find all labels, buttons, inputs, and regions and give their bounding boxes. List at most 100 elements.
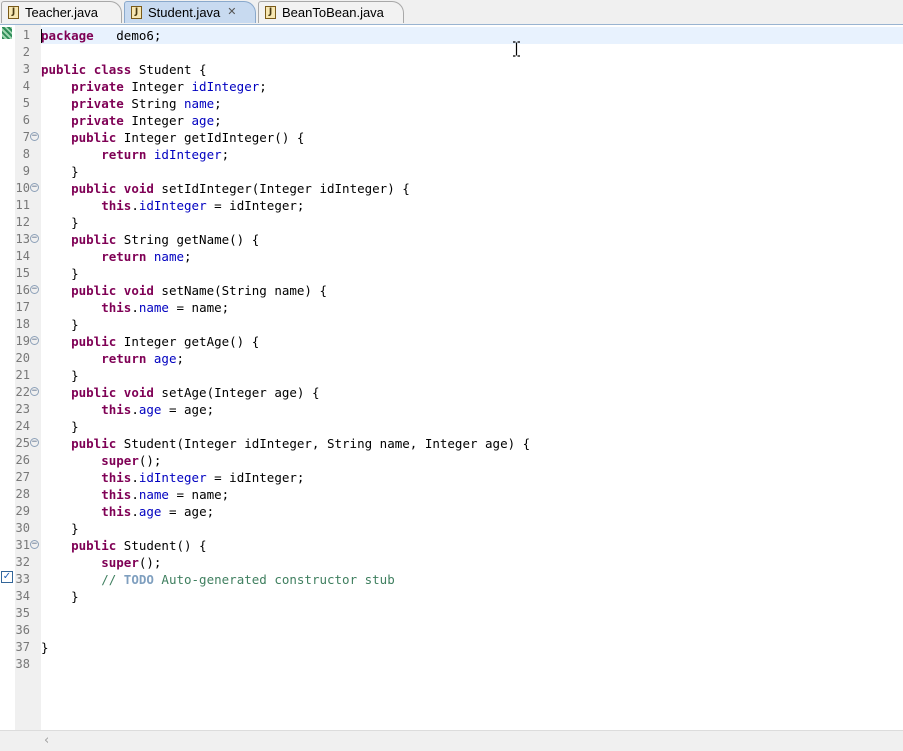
code-token: this	[101, 487, 132, 502]
code-token: = age;	[161, 402, 215, 417]
code-text: package demo6;	[41, 27, 161, 44]
line-number: 32	[15, 555, 30, 569]
code-text: return idInteger;	[41, 146, 229, 163]
code-line[interactable]: 8 return idInteger;	[0, 146, 903, 163]
line-background	[41, 588, 903, 605]
scroll-left-icon[interactable]: ‹	[44, 733, 49, 748]
code-token: }	[41, 368, 79, 383]
line-background	[41, 605, 903, 622]
code-token: ;	[221, 147, 230, 162]
code-line[interactable]: 5 private String name;	[0, 95, 903, 112]
fold-minus-icon[interactable]: −	[30, 285, 39, 294]
code-line[interactable]: 22− public void setAge(Integer age) {	[0, 384, 903, 401]
code-line[interactable]: 21 }	[0, 367, 903, 384]
line-number: 23	[15, 402, 30, 416]
tab-teacher-java[interactable]: J Teacher.java	[1, 1, 122, 23]
horizontal-scrollbar[interactable]: ‹	[0, 730, 903, 751]
code-line[interactable]: 9 }	[0, 163, 903, 180]
code-line[interactable]: 36	[0, 622, 903, 639]
code-line[interactable]: 34 }	[0, 588, 903, 605]
code-line[interactable]: 32 super();	[0, 554, 903, 571]
code-token: this	[101, 470, 132, 485]
code-line[interactable]: 18 }	[0, 316, 903, 333]
code-token: super	[101, 555, 139, 570]
code-line[interactable]: 14 return name;	[0, 248, 903, 265]
code-token: ;	[214, 113, 222, 128]
code-text: }	[41, 520, 79, 537]
code-line[interactable]: 31− public Student() {	[0, 537, 903, 554]
code-text: }	[41, 265, 79, 282]
fold-minus-icon[interactable]: −	[30, 438, 39, 447]
code-line[interactable]: 38	[0, 656, 903, 673]
fold-minus-icon[interactable]: −	[30, 234, 39, 243]
code-token: name	[184, 96, 215, 111]
line-background	[41, 639, 903, 656]
code-line[interactable]: 37}	[0, 639, 903, 656]
code-line[interactable]: 15 }	[0, 265, 903, 282]
code-line[interactable]: 13− public String getName() {	[0, 231, 903, 248]
fold-minus-icon[interactable]: −	[30, 540, 39, 549]
code-token: private	[71, 79, 124, 94]
code-text: super();	[41, 452, 161, 469]
code-line[interactable]: 25− public Student(Integer idInteger, St…	[0, 435, 903, 452]
code-line[interactable]: 1 package demo6;	[0, 27, 903, 44]
code-text: }	[41, 588, 79, 605]
java-file-icon: J	[8, 6, 19, 19]
code-text: public Integer getIdInteger() {	[41, 129, 304, 146]
code-token: public	[71, 181, 117, 196]
code-line[interactable]: 7− public Integer getIdInteger() {	[0, 129, 903, 146]
line-number: 7	[22, 130, 30, 144]
code-line[interactable]: 11 this.idInteger = idInteger;	[0, 197, 903, 214]
code-line[interactable]: 20 return age;	[0, 350, 903, 367]
code-token: this	[101, 198, 132, 213]
code-line[interactable]: 33 // TODO Auto-generated constructor st…	[0, 571, 903, 588]
code-token: .	[131, 300, 139, 315]
code-line[interactable]: 2	[0, 44, 903, 61]
code-token: .	[131, 504, 139, 519]
code-line[interactable]: 16− public void setName(String name) {	[0, 282, 903, 299]
code-line[interactable]: 35	[0, 605, 903, 622]
code-line[interactable]: 4 private Integer idInteger;	[0, 78, 903, 95]
code-line[interactable]: 10− public void setIdInteger(Integer idI…	[0, 180, 903, 197]
code-token: age	[153, 351, 177, 366]
code-line[interactable]: 3 public class Student {	[0, 61, 903, 78]
line-number: 19	[15, 334, 30, 348]
tab-student-java[interactable]: J Student.java ✕	[124, 1, 256, 23]
code-line[interactable]: 19− public Integer getAge() {	[0, 333, 903, 350]
line-number: 10	[15, 181, 30, 195]
code-line[interactable]: 6 private Integer age;	[0, 112, 903, 129]
code-line[interactable]: 23 this.age = age;	[0, 401, 903, 418]
code-token: setName(String name) {	[153, 283, 327, 298]
code-text: this.name = name;	[41, 486, 229, 503]
code-token: String	[123, 96, 185, 111]
code-text: public Student(Integer idInteger, String…	[41, 435, 530, 452]
code-token: name	[138, 487, 169, 502]
tab-beantobean-java[interactable]: J BeanToBean.java	[258, 1, 404, 23]
line-number: 18	[15, 317, 30, 331]
line-number: 20	[15, 351, 30, 365]
code-token: }	[41, 521, 79, 536]
code-token: Auto-generated constructor stub	[153, 572, 395, 587]
code-line[interactable]: 12 }	[0, 214, 903, 231]
code-line[interactable]: 27 this.idInteger = idInteger;	[0, 469, 903, 486]
code-line[interactable]: 17 this.name = name;	[0, 299, 903, 316]
code-token: age	[191, 113, 215, 128]
code-editor[interactable]: ✓ 1 package demo6; 2 3 public class Student …	[0, 25, 903, 730]
fold-minus-icon[interactable]: −	[30, 183, 39, 192]
tab-label: Teacher.java	[25, 5, 98, 20]
code-line[interactable]: 24 }	[0, 418, 903, 435]
fold-minus-icon[interactable]: −	[30, 336, 39, 345]
fold-minus-icon[interactable]: −	[30, 387, 39, 396]
code-line[interactable]: 28 this.name = name;	[0, 486, 903, 503]
close-icon[interactable]: ✕	[227, 7, 236, 18]
code-line[interactable]: 29 this.age = age;	[0, 503, 903, 520]
code-line[interactable]: 26 super();	[0, 452, 903, 469]
code-line[interactable]: 30 }	[0, 520, 903, 537]
fold-minus-icon[interactable]: −	[30, 132, 39, 141]
